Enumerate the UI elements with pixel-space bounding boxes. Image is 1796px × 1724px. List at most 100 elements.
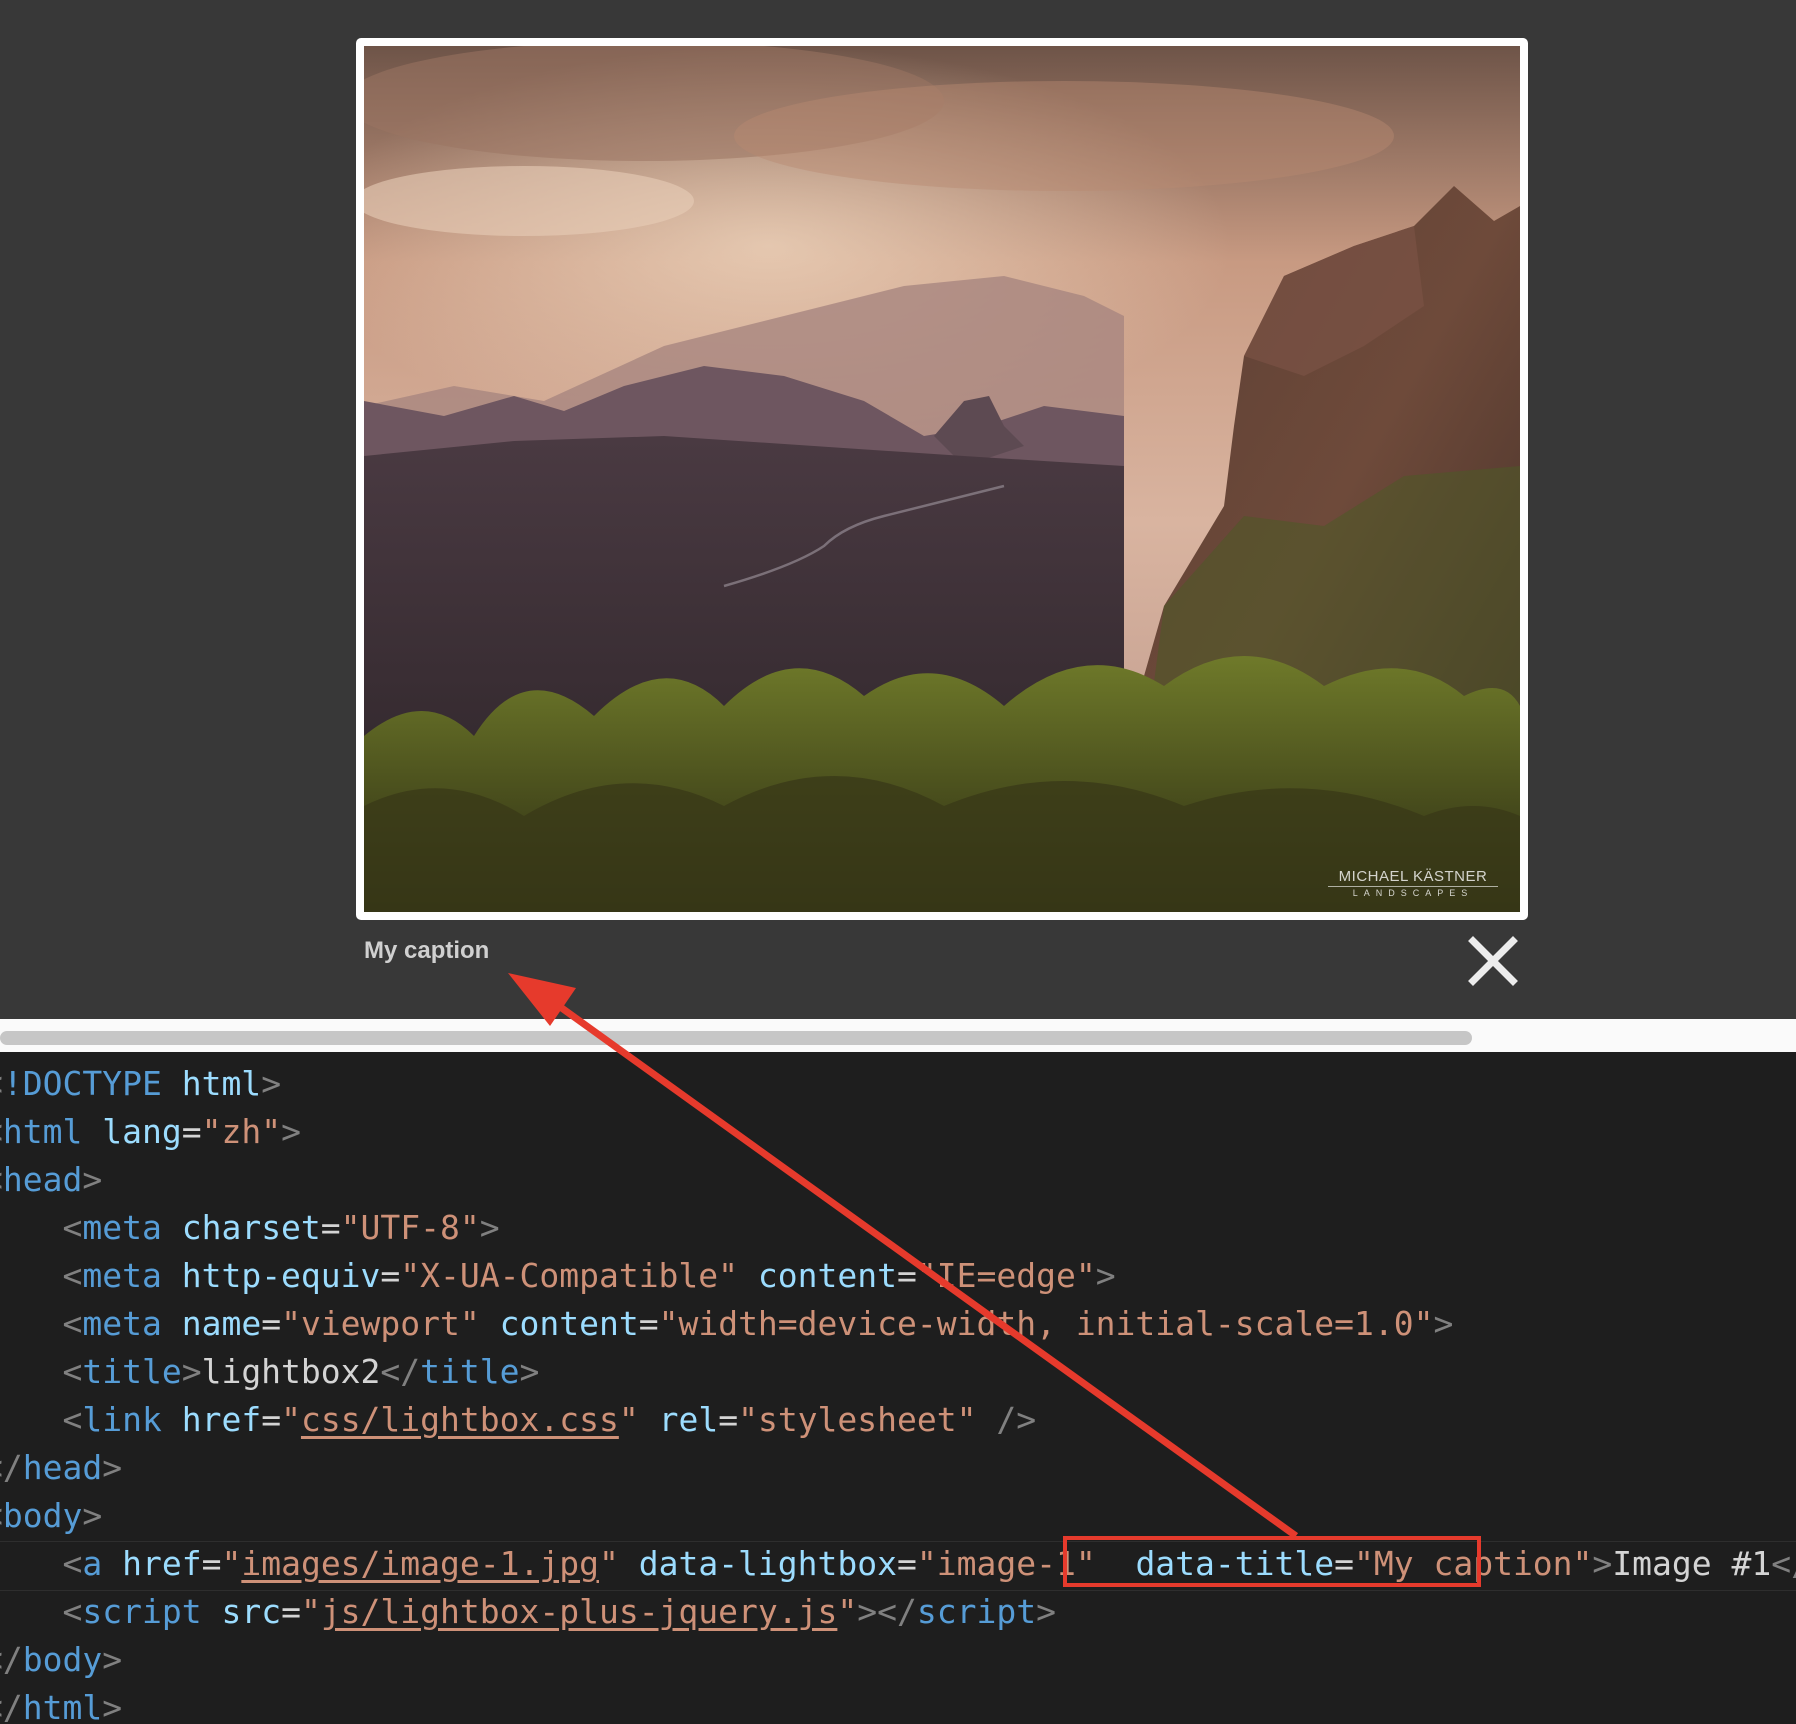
code-token: > xyxy=(102,1448,123,1487)
code-line[interactable]: <script src="js/lightbox-plus-jquery.js"… xyxy=(0,1588,1056,1636)
code-token: > xyxy=(181,1352,202,1391)
landscape-photo xyxy=(364,46,1520,912)
code-token: content xyxy=(499,1304,639,1343)
code-token: > xyxy=(102,1688,123,1724)
code-line[interactable]: <!DOCTYPE html> xyxy=(0,1060,281,1108)
highlight-box xyxy=(1063,1536,1481,1587)
horizontal-scrollbar[interactable] xyxy=(0,1019,1796,1052)
code-line[interactable]: </html> xyxy=(0,1684,122,1724)
code-token: "viewport" xyxy=(281,1304,480,1343)
code-token: !DOCTYPE xyxy=(2,1064,162,1103)
code-token: meta xyxy=(82,1304,162,1343)
code-token: href xyxy=(122,1544,202,1583)
code-token: = xyxy=(181,1112,202,1151)
code-token: "width=device-width, initial-scale=1.0" xyxy=(658,1304,1434,1343)
code-token: " xyxy=(598,1544,619,1583)
code-token: Image #1 xyxy=(1612,1544,1772,1583)
lightbox-image[interactable]: MICHAEL KÄSTNER LANDSCAPES xyxy=(364,46,1520,912)
code-token: body xyxy=(22,1640,103,1679)
code-line[interactable]: <link href="css/lightbox.css" rel="style… xyxy=(0,1396,1036,1444)
code-token: title xyxy=(82,1352,182,1391)
lightbox-overlay[interactable]: MICHAEL KÄSTNER LANDSCAPES My caption xyxy=(0,0,1796,1019)
code-token: > xyxy=(1592,1544,1613,1583)
code-token: script xyxy=(916,1592,1037,1631)
code-token: data-lightbox xyxy=(638,1544,897,1583)
code-line[interactable]: </body> xyxy=(0,1636,122,1684)
close-button[interactable] xyxy=(1468,936,1518,986)
code-token: "UTF-8" xyxy=(340,1208,480,1247)
code-token: " xyxy=(837,1592,858,1631)
code-token: > xyxy=(82,1160,103,1199)
code-token: = xyxy=(261,1400,282,1439)
code-token: "IE=edge" xyxy=(916,1256,1096,1295)
code-line[interactable]: <body> xyxy=(0,1492,102,1540)
code-token: js/lightbox-plus-jquery.js xyxy=(320,1592,838,1631)
code-token: href xyxy=(181,1400,262,1439)
code-line[interactable]: <meta charset="UTF-8"> xyxy=(0,1204,500,1252)
code-token: html xyxy=(2,1112,83,1151)
code-token: " xyxy=(281,1400,301,1439)
code-editor[interactable]: <!DOCTYPE html><html lang="zh"><head> <m… xyxy=(0,1052,1796,1724)
code-token: < xyxy=(62,1544,83,1583)
code-token: images/image-1.jpg xyxy=(241,1544,599,1583)
code-token: = xyxy=(261,1304,282,1343)
code-token: " xyxy=(300,1592,321,1631)
code-token: script xyxy=(82,1592,202,1631)
code-token: > xyxy=(1095,1256,1116,1295)
code-line[interactable]: <head> xyxy=(0,1156,102,1204)
code-token: name xyxy=(181,1304,262,1343)
code-token: a xyxy=(82,1544,103,1583)
code-token: < xyxy=(62,1304,83,1343)
code-line[interactable]: <a href="images/image-1.jpg" data-lightb… xyxy=(0,1540,1796,1588)
code-token: src xyxy=(221,1592,282,1631)
code-line[interactable]: <meta http-equiv="X-UA-Compatible" conte… xyxy=(0,1252,1116,1300)
code-token: body xyxy=(2,1496,83,1535)
scrollbar-thumb[interactable] xyxy=(0,1031,1472,1045)
code-token: > xyxy=(261,1064,282,1103)
code-token: > xyxy=(479,1208,500,1247)
code-token: = xyxy=(380,1256,401,1295)
code-line[interactable]: <html lang="zh"> xyxy=(0,1108,301,1156)
code-token: </ xyxy=(0,1448,23,1487)
code-token: </ xyxy=(380,1352,421,1391)
code-token: < xyxy=(62,1352,83,1391)
code-token: < xyxy=(62,1256,83,1295)
code-token: = xyxy=(201,1544,222,1583)
code-token: meta xyxy=(82,1208,162,1247)
code-token: lightbox2 xyxy=(201,1352,381,1391)
code-token: > xyxy=(1433,1304,1454,1343)
lightbox-image-frame: MICHAEL KÄSTNER LANDSCAPES xyxy=(356,38,1528,920)
code-token: html xyxy=(22,1688,103,1724)
code-line[interactable]: <meta name="viewport" content="width=dev… xyxy=(0,1300,1453,1348)
code-token: > xyxy=(1036,1592,1056,1631)
code-token: charset xyxy=(181,1208,321,1247)
code-token: < xyxy=(62,1400,83,1439)
code-line[interactable]: <title>lightbox2</title> xyxy=(0,1348,539,1396)
code-token: "X-UA-Compatible" xyxy=(400,1256,739,1295)
code-token: > xyxy=(82,1496,103,1535)
code-token: "zh" xyxy=(201,1112,282,1151)
code-line[interactable]: </head> xyxy=(0,1444,122,1492)
lightbox-caption: My caption xyxy=(364,937,490,964)
code-token: < xyxy=(62,1592,83,1631)
code-token: > xyxy=(102,1640,123,1679)
code-token: < xyxy=(62,1208,83,1247)
code-token: css/lightbox.css xyxy=(300,1400,619,1439)
